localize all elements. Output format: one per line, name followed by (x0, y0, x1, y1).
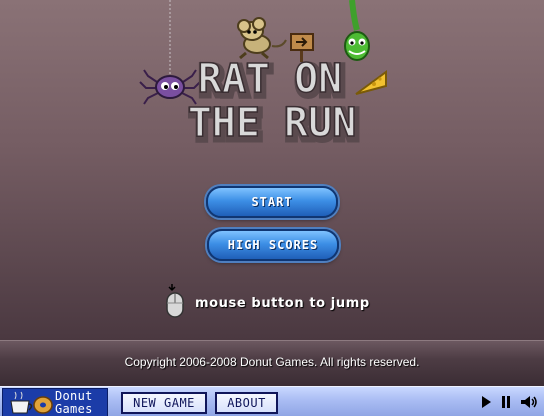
game-stage: RAT ON RAT ON THE RUN THE RUN START HIGH… (0, 0, 544, 416)
game-title: RAT ON RAT ON THE RUN THE RUN (186, 55, 362, 152)
rat-icon (237, 17, 287, 60)
mouse-icon (166, 284, 184, 318)
start-button[interactable]: START (206, 186, 338, 218)
title-artwork: RAT ON RAT ON THE RUN THE RUN (139, 0, 387, 153)
sound-icon[interactable] (520, 395, 538, 409)
spider-icon (139, 69, 201, 105)
jump-hint: mouse button to jump (195, 296, 370, 311)
bottom-bar: Donut Games NEW GAME ABOUT (0, 386, 544, 416)
title-line-2: THE RUN (188, 100, 357, 146)
new-game-button[interactable]: NEW GAME (121, 392, 207, 414)
play-icon[interactable] (480, 395, 492, 409)
copyright-text: Copyright 2006-2008 Donut Games. All rig… (124, 355, 420, 369)
cheese-icon (355, 70, 387, 95)
slime-icon (344, 0, 370, 61)
about-button[interactable]: ABOUT (215, 392, 278, 414)
donut-games-logo[interactable]: Donut Games (2, 388, 108, 416)
title-line-1: RAT ON (198, 56, 343, 102)
pause-icon[interactable] (500, 395, 512, 409)
high-scores-button[interactable]: HIGH SCORES (207, 229, 339, 261)
logo-line-2: Games (55, 402, 93, 416)
coffee-donut-icon (10, 391, 53, 414)
